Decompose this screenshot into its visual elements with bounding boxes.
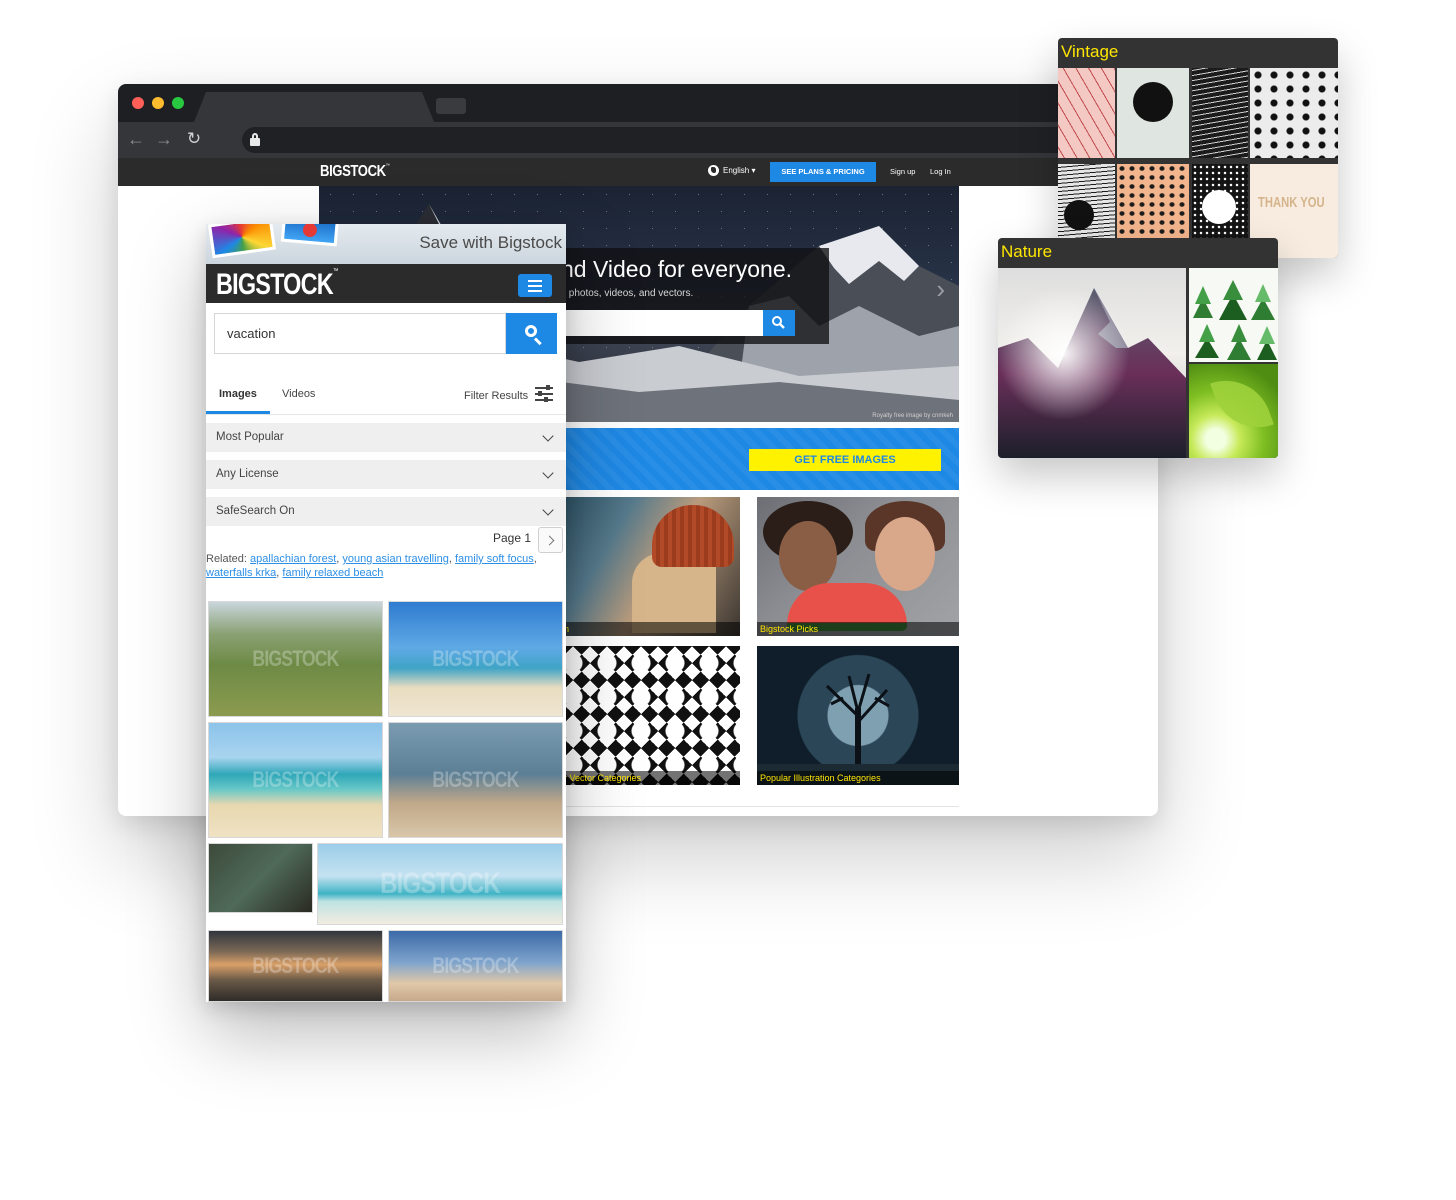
bigstock-logo[interactable]: BIGSTOCK™: [216, 268, 338, 302]
category-tile-label: Bigstock Picks: [760, 624, 819, 634]
filter-results-button[interactable]: Filter Results: [464, 390, 528, 402]
vintage-collection-card[interactable]: Vintage THANK YOU: [1058, 38, 1338, 258]
category-tile-illustration[interactable]: Popular Illustration Categories: [757, 646, 959, 785]
collection-thumbnail: [1250, 68, 1338, 158]
browser-toolbar: ← → ↻: [118, 122, 1158, 158]
search-result-thumbnail[interactable]: BIGSTOCK: [388, 601, 563, 717]
category-tile-bigstock-picks[interactable]: Bigstock Picks: [757, 497, 959, 636]
bigstock-logo[interactable]: BIGSTOCK™: [320, 163, 390, 181]
nature-collection-card[interactable]: Nature: [998, 238, 1278, 458]
category-tile-vector[interactable]: ar Vector Categories: [556, 646, 740, 785]
collection-thumbnail: [1189, 364, 1278, 458]
tree-illustration: [757, 673, 959, 785]
collection-thumbnail: [1058, 68, 1115, 158]
browser-tab-strip: [118, 84, 1158, 122]
search-result-thumbnail[interactable]: BIGSTOCK: [388, 930, 563, 1002]
sliders-icon[interactable]: [535, 385, 553, 402]
forward-arrow-icon[interactable]: →: [152, 127, 176, 151]
category-tile-hat[interactable]: on: [556, 497, 740, 636]
next-page-button[interactable]: [538, 527, 563, 553]
license-dropdown[interactable]: Any License: [206, 460, 566, 489]
collection-thumbnail: [1192, 68, 1248, 158]
mobile-header: BIGSTOCK™: [206, 264, 566, 303]
collection-thumbnail: [1189, 268, 1278, 362]
search-result-thumbnail[interactable]: BIGSTOCK: [208, 722, 383, 838]
related-link[interactable]: family soft focus: [455, 553, 534, 565]
mobile-search-screen: Save with Bigstock BIGSTOCK™ vacation Im…: [206, 224, 566, 1002]
log-in-link[interactable]: Log In: [930, 167, 951, 176]
hero-search-button[interactable]: [763, 310, 795, 336]
category-tile-label: ar Vector Categories: [559, 773, 642, 783]
search-result-thumbnail[interactable]: BIGSTOCK: [208, 601, 383, 717]
collection-thumbnail: [1117, 68, 1189, 158]
chevron-down-icon: [542, 430, 554, 442]
hamburger-menu-button[interactable]: [518, 274, 552, 297]
reload-icon[interactable]: ↻: [182, 127, 206, 151]
sort-dropdown[interactable]: Most Popular: [206, 423, 566, 452]
hero-search-input[interactable]: [561, 310, 763, 336]
watermark: BIGSTOCK: [252, 767, 339, 792]
divider: [556, 806, 959, 807]
search-icon: [772, 316, 785, 329]
carousel-next-arrow-icon[interactable]: ›: [936, 274, 945, 305]
hero-headline: nd Video for everyone.: [561, 256, 793, 282]
browser-tab[interactable]: [194, 92, 434, 122]
related-link[interactable]: family relaxed beach: [282, 567, 383, 579]
search-result-thumbnail[interactable]: BIGSTOCK: [317, 843, 563, 925]
search-result-thumbnail[interactable]: [208, 843, 313, 913]
hero-search-panel: nd Video for everyone. k photos, videos,…: [555, 248, 829, 344]
sort-dropdown-value: Most Popular: [216, 431, 284, 443]
safesearch-dropdown[interactable]: SafeSearch On: [206, 497, 566, 526]
watermark: BIGSTOCK: [252, 646, 339, 671]
license-dropdown-value: Any License: [216, 468, 279, 480]
watermark: BIGSTOCK: [252, 953, 339, 978]
related-link[interactable]: apallachian forest: [250, 553, 336, 565]
minimize-window-button[interactable]: [152, 97, 164, 109]
see-plans-pricing-button[interactable]: SEE PLANS & PRICING: [770, 162, 876, 182]
watermark: BIGSTOCK: [432, 953, 519, 978]
close-window-button[interactable]: [132, 97, 144, 109]
divider: [206, 414, 566, 415]
get-free-images-button[interactable]: GET FREE IMAGES: [749, 449, 941, 471]
related-link[interactable]: young asian travelling: [342, 553, 448, 565]
new-tab-button[interactable]: [436, 98, 466, 114]
photo-stack-graphic: [207, 224, 340, 259]
related-label: Related:: [206, 553, 247, 565]
chevron-down-icon: [542, 467, 554, 479]
trees-illustration: [1193, 280, 1277, 360]
search-result-thumbnail[interactable]: BIGSTOCK: [388, 722, 563, 838]
site-header: BIGSTOCK™ English ▾ SEE PLANS & PRICING …: [118, 158, 1158, 186]
collection-thumbnail: [998, 268, 1186, 458]
banner-text: Save with Bigstock: [419, 233, 562, 252]
save-with-bigstock-banner[interactable]: Save with Bigstock: [206, 224, 566, 264]
related-searches: Related: apallachian forest, young asian…: [206, 553, 537, 579]
page-indicator: Page 1: [493, 531, 532, 545]
chevron-down-icon: [542, 504, 554, 516]
language-label: English ▾: [723, 166, 756, 175]
back-arrow-icon[interactable]: ←: [124, 127, 148, 151]
safesearch-dropdown-value: SafeSearch On: [216, 505, 295, 517]
watermark: BIGSTOCK: [380, 867, 501, 900]
collection-title: Vintage: [1061, 42, 1119, 61]
address-bar[interactable]: [242, 127, 1158, 153]
watermark: BIGSTOCK: [432, 767, 519, 792]
thank-you-text: THANK YOU: [1258, 194, 1325, 211]
language-selector[interactable]: English ▾: [708, 165, 755, 176]
collection-title: Nature: [1001, 242, 1053, 261]
tab-images[interactable]: Images: [219, 388, 257, 400]
hero-image-credit[interactable]: Royalty free image by cnmkeh: [872, 413, 953, 419]
search-result-thumbnail[interactable]: BIGSTOCK: [208, 930, 383, 1002]
sign-up-link[interactable]: Sign up: [890, 167, 915, 176]
category-tile-label: Popular Illustration Categories: [760, 773, 881, 783]
search-input[interactable]: vacation: [214, 313, 506, 354]
globe-icon: [708, 165, 719, 176]
lock-icon: [250, 133, 260, 146]
watermark: BIGSTOCK: [432, 646, 519, 671]
search-button[interactable]: [506, 313, 557, 354]
maximize-window-button[interactable]: [172, 97, 184, 109]
mountain-illustration: [998, 268, 1186, 458]
tab-videos[interactable]: Videos: [282, 388, 315, 400]
hero-subheadline: k photos, videos, and vectors.: [561, 288, 694, 299]
related-link[interactable]: waterfalls krka: [206, 567, 276, 579]
